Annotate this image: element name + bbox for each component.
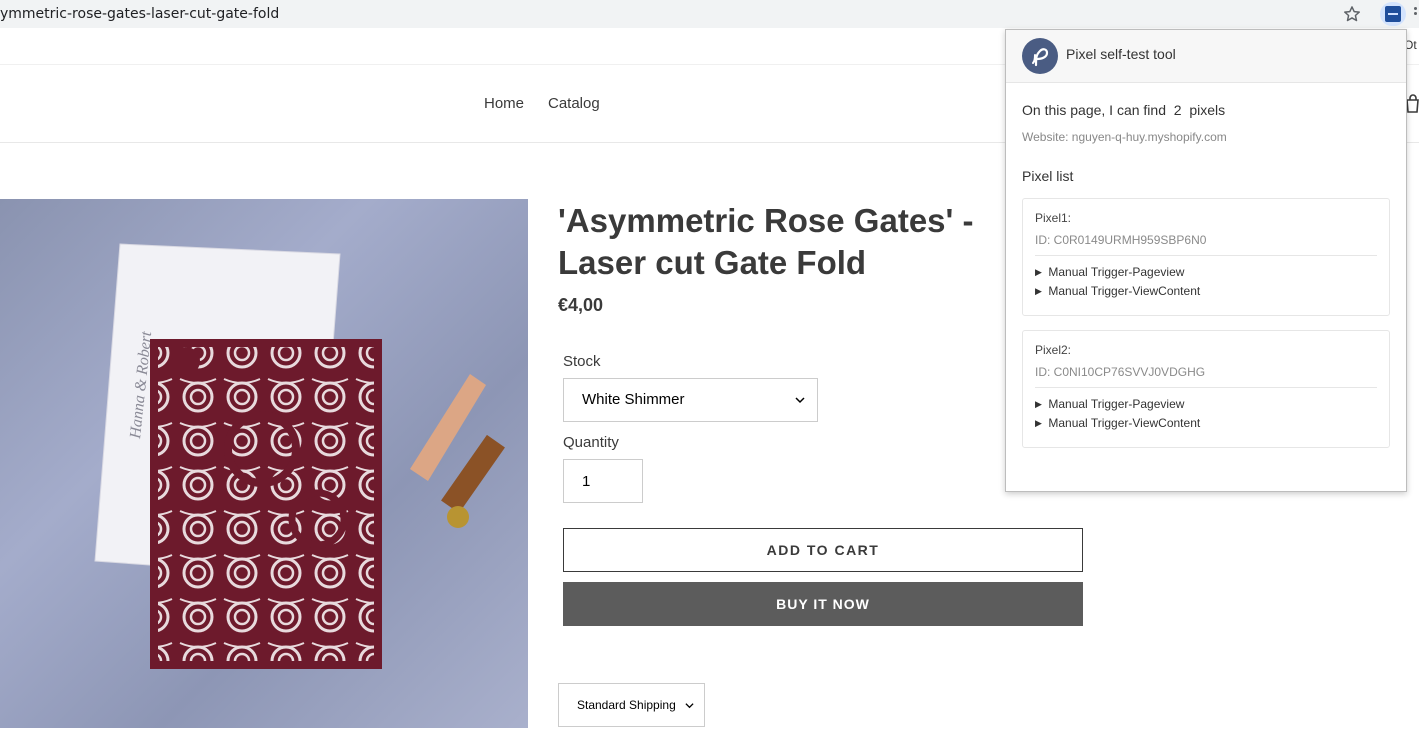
address-bar[interactable]: ymmetric-rose-gates-laser-cut-gate-fold <box>0 0 1419 28</box>
popup-header: Pixel self-test tool <box>1006 30 1406 83</box>
more-vertical-icon[interactable] <box>1412 6 1419 22</box>
website-domain: Website: nguyen-q-huy.myshopify.com <box>1022 130 1227 144</box>
pixel-card: Pixel1: ID: C0R0149URMH959SBP6N0 ▶ Manua… <box>1022 198 1390 316</box>
pixel-extension-popup: Pixel self-test tool On this page, I can… <box>1005 29 1407 492</box>
shipping-selected-value: Standard Shipping <box>577 698 676 712</box>
trigger-label: Manual Trigger-Pageview <box>1048 265 1185 279</box>
shipping-select[interactable]: Standard Shipping <box>558 683 705 727</box>
quantity-label: Quantity <box>563 434 619 451</box>
trigger-expander[interactable]: ▶ Manual Trigger-Pageview <box>1035 397 1184 411</box>
quantity-value: 1 <box>582 473 591 490</box>
stock-select[interactable]: White Shimmer <box>563 378 818 422</box>
star-icon[interactable] <box>1342 4 1362 24</box>
pixel-extension-icon[interactable] <box>1380 2 1406 26</box>
url-text[interactable]: ymmetric-rose-gates-laser-cut-gate-fold <box>0 6 279 22</box>
product-image[interactable]: Hanna & Robert <box>0 199 528 728</box>
stock-selected-value: White Shimmer <box>582 391 685 408</box>
cart-icon[interactable] <box>1406 94 1419 114</box>
caret-right-icon: ▶ <box>1035 286 1042 296</box>
trigger-expander[interactable]: ▶ Manual Trigger-ViewContent <box>1035 416 1200 430</box>
nav-catalog[interactable]: Catalog <box>548 95 600 112</box>
caret-right-icon: ▶ <box>1035 399 1042 409</box>
pixel-id: ID: C0R0149URMH959SBP6N0 <box>1035 233 1207 247</box>
pixel-name: Pixel2: <box>1035 343 1072 357</box>
popup-title: Pixel self-test tool <box>1066 46 1176 62</box>
found-prefix: On this page, I can find <box>1022 102 1166 118</box>
pixel-id: ID: C0NI10CP76SVVJ0VDGHG <box>1035 365 1206 379</box>
trigger-label: Manual Trigger-Pageview <box>1048 397 1185 411</box>
nav-home[interactable]: Home <box>484 95 524 112</box>
trigger-expander[interactable]: ▶ Manual Trigger-Pageview <box>1035 265 1184 279</box>
pixel-name: Pixel1: <box>1035 211 1072 225</box>
pixel-count: 2 <box>1173 102 1182 118</box>
pixel-card-divider <box>1035 255 1377 256</box>
product-price: €4,00 <box>558 295 604 315</box>
found-suffix: pixels <box>1189 102 1226 118</box>
caret-right-icon: ▶ <box>1035 267 1042 277</box>
chevron-down-icon <box>685 703 694 709</box>
product-photo-rose-gate-invitation: Hanna & Robert <box>94 243 505 669</box>
chevron-down-icon <box>795 397 805 404</box>
pixel-count-summary: On this page, I can find 2 pixels <box>1022 102 1225 118</box>
pixel-card: Pixel2: ID: C0NI10CP76SVVJ0VDGHG ▶ Manua… <box>1022 330 1390 448</box>
caret-right-icon: ▶ <box>1035 418 1042 428</box>
add-to-cart-button[interactable]: ADD TO CART <box>563 528 1083 572</box>
pixel-card-divider <box>1035 387 1377 388</box>
pixel-list-label: Pixel list <box>1022 168 1074 184</box>
product-title: 'Asymmetric Rose Gates' - Laser cut Gate… <box>558 202 974 281</box>
stock-label: Stock <box>563 353 601 370</box>
trigger-expander[interactable]: ▶ Manual Trigger-ViewContent <box>1035 284 1200 298</box>
quantity-input[interactable]: 1 <box>563 459 643 503</box>
trigger-label: Manual Trigger-ViewContent <box>1048 284 1201 298</box>
buy-it-now-button[interactable]: BUY IT NOW <box>563 582 1083 626</box>
pixel-tool-logo-icon <box>1022 38 1058 74</box>
trigger-label: Manual Trigger-ViewContent <box>1048 416 1201 430</box>
